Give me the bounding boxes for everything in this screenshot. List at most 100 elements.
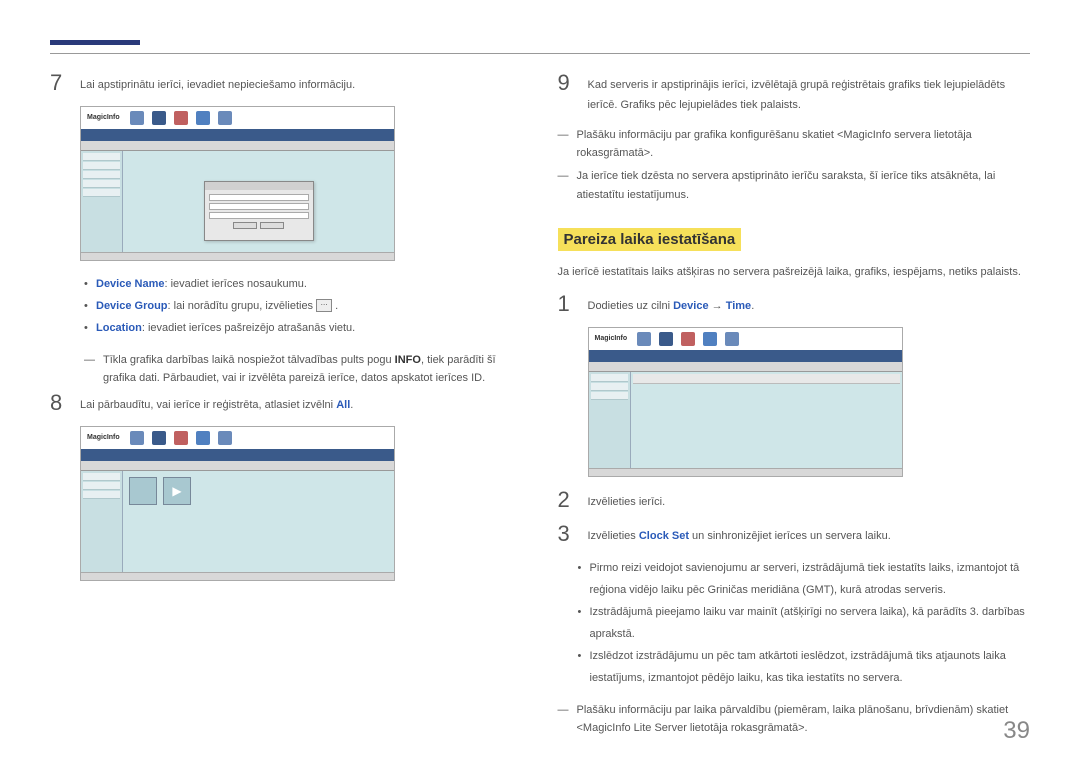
screenshot-sidebar: [589, 372, 631, 476]
step-7: 7 Lai apstiprinātu ierīci, ievadiet nepi…: [50, 72, 523, 96]
step-1: 1 Dodieties uz cilni Device → Time.: [558, 293, 1031, 317]
note-prefix: Tīkla grafika darbības laikā nospiežot t…: [103, 354, 395, 366]
screenshot-body: [631, 372, 902, 476]
device-name-label: Device Name: [96, 278, 165, 290]
step-number: 7: [50, 72, 66, 94]
screenshot-body: ▶: [123, 471, 394, 580]
note-text: Plašāku informāciju par laika pārvaldību…: [577, 701, 1031, 738]
bullet-change-time: Izstrādājumā pieejamo laiku var mainīt (…: [578, 601, 1031, 645]
screenshot-header: MagicInfo: [81, 107, 394, 129]
bullet-restart-restore: Izslēdzot izstrādājumu un pēc tam atkārt…: [578, 645, 1031, 689]
screenshot-header: MagicInfo: [81, 427, 394, 449]
note-text: Ja ierīce tiek dzēsta no servera apstipr…: [577, 167, 1031, 204]
app-logo: MagicInfo: [87, 114, 120, 121]
time-setting-bullets: Pirmo reizi veidojot savienojumu ar serv…: [578, 557, 1031, 689]
left-column: 7 Lai apstiprinātu ierīci, ievadiet nepi…: [50, 72, 523, 742]
toolbar-icon: [681, 332, 695, 346]
step-text-suffix: .: [751, 300, 754, 312]
time-label: Time: [726, 300, 751, 312]
toolbar-icon: [174, 431, 188, 445]
step-text-suffix: un sinhronizējiet ierīces un servera lai…: [689, 530, 891, 542]
device-label: Device: [673, 300, 708, 312]
step-number: 2: [558, 489, 574, 511]
clock-set-label: Clock Set: [639, 530, 689, 542]
screenshot-body: [123, 151, 394, 260]
step-text-suffix: .: [350, 399, 353, 411]
step-text-prefix: Izvēlieties: [588, 530, 639, 542]
app-logo: MagicInfo: [595, 335, 628, 342]
header-divider: [50, 53, 1030, 54]
sidebar-mini-item: [591, 383, 628, 391]
note-text: Tīkla grafika darbības laikā nospiežot t…: [103, 351, 523, 388]
app-logo: MagicInfo: [87, 434, 120, 441]
bullet-device-group: Device Group: lai norādītu grupu, izvēli…: [84, 295, 523, 317]
note-device-delete: ― Ja ierīce tiek dzēsta no servera apsti…: [558, 167, 1031, 204]
toolbar-icon: [218, 111, 232, 125]
approve-modal: [204, 181, 314, 241]
right-column: 9 Kad serveris ir apstiprinājis ierīci, …: [558, 72, 1031, 742]
toolbar-icon: [218, 431, 232, 445]
device-group-text: : lai norādītu grupu, izvēlieties: [168, 300, 317, 312]
device-tile: [129, 477, 157, 505]
screenshot-tabbar: [81, 129, 394, 141]
toolbar-icons: [130, 431, 232, 445]
toolbar-icon: [152, 111, 166, 125]
modal-title: [205, 182, 313, 190]
screenshot-sidebar: [81, 471, 123, 580]
screenshot-subtabs: [81, 461, 394, 471]
sidebar-mini-item: [83, 180, 120, 188]
header-accent-rule: [50, 40, 140, 45]
step-2: 2 Izvēlieties ierīci.: [558, 489, 1031, 513]
two-column-layout: 7 Lai apstiprinātu ierīci, ievadiet nepi…: [50, 72, 1030, 742]
bullet-location: Location: ievadiet ierīces pašreizējo at…: [84, 317, 523, 339]
screenshot-footer: [81, 572, 394, 580]
modal-field: [209, 212, 309, 219]
heading-description: Ja ierīcē iestatītais laiks atšķiras no …: [558, 263, 1031, 283]
screenshot-device-approve: MagicInfo: [80, 106, 395, 261]
dash-marker: ―: [558, 126, 569, 163]
screenshot-subtabs: [589, 362, 902, 372]
step-text: Izvēlieties ierīci.: [588, 489, 1031, 513]
step-8: 8 Lai pārbaudītu, vai ierīce ir reģistrē…: [50, 392, 523, 416]
location-label: Location: [96, 322, 142, 334]
screenshot-footer: [81, 252, 394, 260]
bullet-device-name: Device Name: ievadiet ierīces nosaukumu.: [84, 273, 523, 295]
toolbar-icon: [130, 111, 144, 125]
dash-marker: ―: [84, 351, 95, 388]
screenshot-footer: [589, 468, 902, 476]
location-text: : ievadiet ierīces pašreizējo atrašanās …: [142, 322, 355, 334]
step-text: Izvēlieties Clock Set un sinhronizējiet …: [588, 523, 1031, 547]
sidebar-mini-item: [83, 162, 120, 170]
screenshot-device-time: MagicInfo: [588, 327, 903, 477]
arrow: →: [709, 300, 726, 312]
sidebar-mini-item: [591, 392, 628, 400]
section-heading: Pareiza laika iestatīšana: [558, 228, 742, 251]
step-text: Lai apstiprinātu ierīci, ievadiet nepiec…: [80, 72, 523, 96]
sidebar-mini-item: [83, 482, 120, 490]
info-label: INFO: [395, 354, 421, 366]
toolbar-icon: [196, 111, 210, 125]
toolbar-icon: [659, 332, 673, 346]
toolbar-icon: [725, 332, 739, 346]
toolbar-icon: [637, 332, 651, 346]
step-text: Dodieties uz cilni Device → Time.: [588, 293, 1031, 317]
info-note: ― Tīkla grafika darbības laikā nospiežot…: [84, 351, 523, 388]
screenshot-sidebar: [81, 151, 123, 260]
device-name-text: : ievadiet ierīces nosaukumu.: [165, 278, 307, 290]
step-text-prefix: Dodieties uz cilni: [588, 300, 674, 312]
step-number: 1: [558, 293, 574, 315]
step-9: 9 Kad serveris ir apstiprinājis ierīci, …: [558, 72, 1031, 116]
toolbar-icon: [152, 431, 166, 445]
toolbar-icon: [174, 111, 188, 125]
page-number: 39: [1003, 717, 1030, 745]
step-text: Kad serveris ir apstiprinājis ierīci, iz…: [588, 72, 1031, 116]
device-tile-play: ▶: [163, 477, 191, 505]
ellipsis-icon: ⋯: [316, 299, 332, 312]
dash-marker: ―: [558, 701, 569, 738]
toolbar-icons: [637, 332, 739, 346]
sidebar-mini-item: [83, 473, 120, 481]
toolbar-icon: [196, 431, 210, 445]
screenshot-all-devices: MagicInfo: [80, 426, 395, 581]
modal-cancel-button: [260, 222, 284, 229]
sidebar-mini-item: [83, 171, 120, 179]
